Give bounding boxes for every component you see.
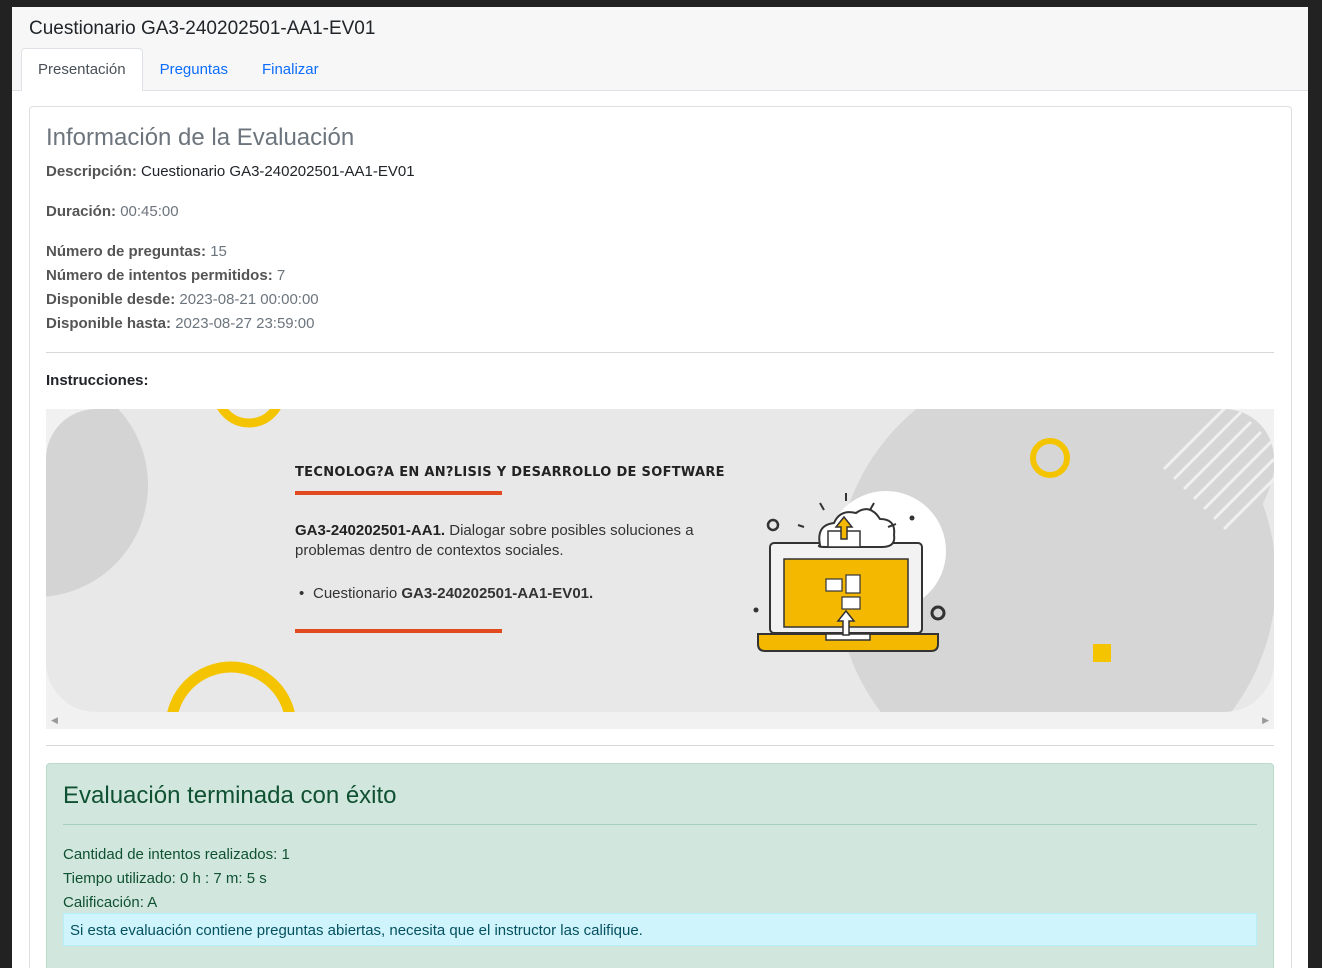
program-title: TECNOLOG?A EN AN?LISIS Y DESARROLLO DE S…	[295, 465, 725, 480]
available-until-label: Disponible hasta:	[46, 315, 172, 332]
horizontal-scrollbar[interactable]: ◀ ▶	[46, 712, 1274, 729]
instructions-label: Instrucciones:	[46, 372, 149, 389]
available-from-value: 2023-08-21 00:00:00	[179, 291, 319, 308]
attempts-allowed-row: Número de intentos permitidos: 7	[46, 267, 285, 284]
questions-value: 15	[210, 243, 227, 260]
available-until-row: Disponible hasta: 2023-08-27 23:59:00	[46, 315, 315, 332]
scroll-right-icon[interactable]: ▶	[1262, 715, 1269, 726]
red-accent-bar-top	[295, 491, 502, 495]
instructions-banner: TECNOLOG?A EN AN?LISIS Y DESARROLLO DE S…	[46, 409, 1274, 712]
info-heading: Información de la Evaluación	[46, 124, 355, 151]
tab-finalizar[interactable]: Finalizar	[245, 48, 336, 90]
available-from-row: Disponible desde: 2023-08-21 00:00:00	[46, 291, 319, 308]
attempts-allowed-value: 7	[276, 267, 286, 284]
evaluation-window: Cuestionario GA3-240202501-AA1-EV01 Pres…	[12, 7, 1308, 968]
scroll-left-icon[interactable]: ◀	[51, 715, 58, 726]
description-value: Cuestionario GA3-240202501-AA1-EV01	[141, 163, 415, 180]
open-questions-notice: Si esta evaluación contiene preguntas ab…	[63, 913, 1257, 946]
activity-description: GA3-240202501-AA1. Dialogar sobre posibl…	[295, 521, 725, 561]
questions-row: Número de preguntas: 15	[46, 243, 227, 260]
page-title: Cuestionario GA3-240202501-AA1-EV01	[29, 18, 376, 39]
available-until-value: 2023-08-27 23:59:00	[175, 315, 315, 332]
description-row: Descripción: Cuestionario GA3-240202501-…	[46, 163, 415, 180]
red-accent-bar-bottom	[295, 629, 502, 633]
alert-divider	[63, 824, 1257, 825]
tab-presentacion[interactable]: Presentación	[21, 48, 143, 91]
attempts-done: Cantidad de intentos realizados: 1	[63, 846, 290, 863]
success-alert: Evaluación terminada con éxito Cantidad …	[46, 763, 1274, 968]
attempts-allowed-label: Número de intentos permitidos:	[46, 267, 273, 284]
grade: Calificación: A	[63, 894, 158, 911]
divider	[46, 352, 1274, 353]
tab-preguntas[interactable]: Preguntas	[143, 48, 245, 90]
duration-row: Duración: 00:45:00	[46, 203, 179, 220]
success-title: Evaluación terminada con éxito	[63, 782, 397, 809]
duration-value: 00:45:00	[120, 203, 179, 220]
tab-bar: Presentación Preguntas Finalizar	[21, 48, 336, 91]
divider	[46, 745, 1274, 746]
instructions-scroll-area[interactable]: TECNOLOG?A EN AN?LISIS Y DESARROLLO DE S…	[46, 409, 1274, 729]
available-from-label: Disponible desde:	[46, 291, 176, 308]
info-card: Información de la Evaluación Descripción…	[29, 106, 1292, 968]
cloud-upload-laptop-icon	[753, 491, 946, 652]
questions-label: Número de preguntas:	[46, 243, 207, 260]
bullet-prefix: Cuestionario	[313, 585, 402, 602]
activity-bullet: Cuestionario GA3-240202501-AA1-EV01.	[299, 585, 594, 602]
duration-label: Duración:	[46, 203, 117, 220]
bullet-code: GA3-240202501-AA1-EV01.	[401, 585, 594, 602]
time-used: Tiempo utilizado: 0 h : 7 m: 5 s	[63, 870, 267, 887]
card-header: Cuestionario GA3-240202501-AA1-EV01 Pres…	[12, 7, 1308, 91]
activity-code: GA3-240202501-AA1.	[295, 522, 446, 539]
description-label: Descripción:	[46, 163, 137, 180]
